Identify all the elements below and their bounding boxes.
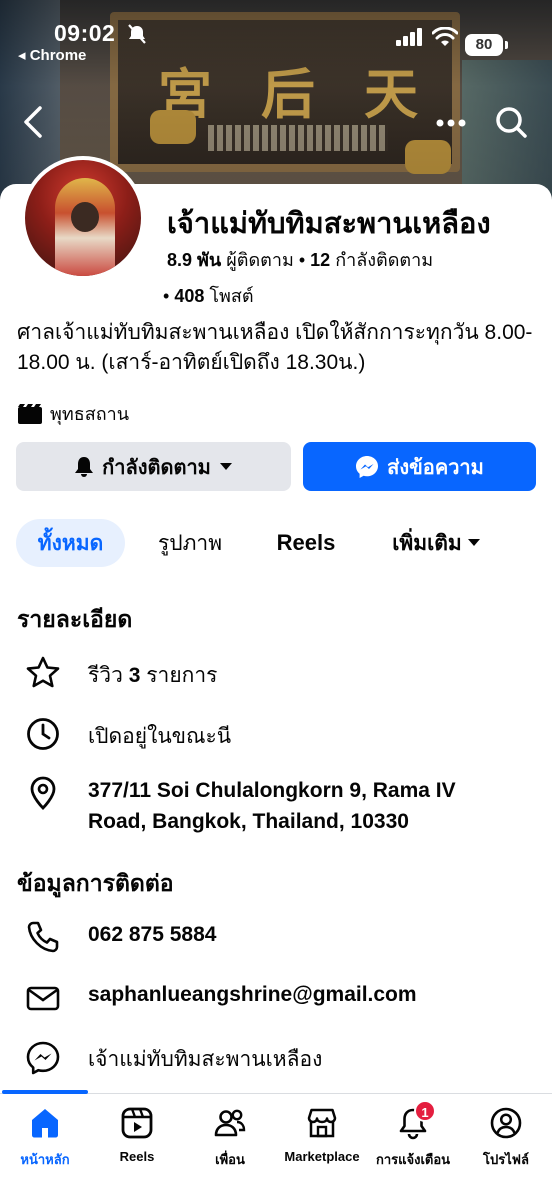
reviews-suffix: รายการ [146,664,218,687]
status-time: 09:02 [54,20,116,46]
nav-reels[interactable]: Reels [91,1098,183,1178]
marketplace-icon [307,1108,337,1138]
reviews-row[interactable]: รีวิว 3 รายการ [25,655,217,691]
address-line-2: Road, Bangkok, Thailand, 10330 [88,810,409,833]
address-text: 377/11 Soi Chulalongkorn 9, Rama IV Road… [88,775,456,837]
silent-bell-icon [128,24,146,44]
nav-notifications[interactable]: 1 การแจ้งเตือน [367,1098,459,1178]
tab-more[interactable]: เพิ่มเติม [382,519,490,567]
nav-friends[interactable]: เพื่อน [184,1098,276,1178]
email-row[interactable]: saphanlueangshrine@gmail.com [25,980,417,1016]
messenger-row[interactable]: เจ้าแม่ทับทิมสะพานเหลือง [25,1040,322,1076]
nav-profile[interactable]: โปรไฟล์ [460,1098,552,1178]
hours-row[interactable]: เปิดอยู่ในขณะนี [25,716,231,752]
tab-photos[interactable]: รูปภาพ [150,519,230,567]
back-to-app-link[interactable]: ◂ Chrome [18,46,86,64]
reviews-text: รีวิว 3 รายการ [88,659,217,692]
following-button-label: กำลังติดตาม [102,456,211,479]
phone-icon [27,921,59,953]
messenger-outline-icon [26,1041,60,1075]
tab-reels[interactable]: Reels [268,519,344,567]
stats-separator: • [163,286,175,306]
phone-row[interactable]: 062 875 5884 [25,919,216,955]
nav-profile-label: โปรไฟล์ [483,1152,529,1167]
nav-notifications-label: การแจ้งเตือน [375,1152,451,1167]
stats-separator: • [298,250,311,270]
more-options-icon[interactable] [436,118,466,128]
address-line-1: 377/11 Soi Chulalongkorn 9, Rama IV [88,779,456,802]
address-row[interactable]: 377/11 Soi Chulalongkorn 9, Rama IV Road… [25,775,456,833]
nav-marketplace[interactable]: Marketplace [276,1098,368,1178]
caret-down-icon [467,539,480,546]
reviews-count: 3 [128,664,141,687]
tab-more-label: เพิ่มเติม [392,531,462,555]
email-icon [26,986,60,1011]
star-icon [26,656,60,688]
followers-count[interactable]: 8.9 พัน [167,250,221,270]
reels-icon [121,1107,153,1139]
wifi-icon [432,27,458,46]
battery-indicator: 80 [465,34,508,56]
nav-marketplace-label: Marketplace [284,1149,360,1164]
notifications-icon-wrap: 1 [396,1100,436,1140]
avatar-face [71,202,99,232]
nav-reels-label: Reels [119,1149,155,1164]
clock-icon [27,718,59,750]
category-icon [18,403,42,424]
email-address[interactable]: saphanlueangshrine@gmail.com [88,983,417,1007]
bottom-nav-active-indicator [2,1090,88,1094]
following-count[interactable]: 12 [310,250,330,270]
nav-home-label: หน้าหลัก [20,1152,70,1167]
page-bio: ศาลเจ้าแม่ทับทิมสะพานเหลือง เปิดให้สักกา… [17,321,533,374]
page-category: พุทธสถาน [18,399,129,428]
category-label: พุทธสถาน [50,404,130,424]
messenger-icon [356,455,379,478]
chevron-down-icon [219,462,232,470]
search-icon[interactable] [494,104,528,140]
tab-all[interactable]: ทั้งหมด [16,519,125,567]
follow-stats: 8.9 พัน ผู้ติดตาม • 12 กำลังติดตาม [167,245,433,274]
send-message-button[interactable]: ส่งข้อความ [303,442,536,491]
post-stats: • 408 โพสต์ [163,281,254,310]
location-pin-icon [30,776,56,810]
contact-heading: ข้อมูลการติดต่อ [17,870,174,896]
following-button[interactable]: กำลังติดตาม [16,442,291,491]
cellular-signal-icon [396,28,422,46]
reviews-prefix: รีวิว [88,664,123,687]
notification-badge: 1 [414,1100,436,1122]
page-title: เจ้าแม่ทับทิมสะพานเหลือง [167,208,491,240]
posts-count: 408 [174,286,205,306]
hours-text: เปิดอยู่ในขณะนี [88,725,232,748]
profile-avatar[interactable] [21,156,145,280]
back-arrow-icon[interactable] [18,104,48,140]
nav-friends-label: เพื่อน [215,1152,245,1167]
phone-number[interactable]: 062 875 5884 [88,923,216,947]
following-label[interactable]: กำลังติดตาม [335,250,433,270]
friends-icon [214,1109,246,1137]
details-heading: รายละเอียด [17,606,133,632]
send-message-label: ส่งข้อความ [387,456,484,479]
bell-icon [75,456,94,477]
home-icon [32,1109,58,1138]
messenger-name[interactable]: เจ้าแม่ทับทิมสะพานเหลือง [88,1043,322,1076]
followers-label[interactable]: ผู้ติดตาม [226,250,294,270]
nav-home[interactable]: หน้าหลัก [0,1098,91,1178]
profile-icon [490,1107,522,1139]
posts-label: โพสต์ [209,286,254,306]
status-bar: 09:02 ◂ Chrome 80 [0,0,552,70]
